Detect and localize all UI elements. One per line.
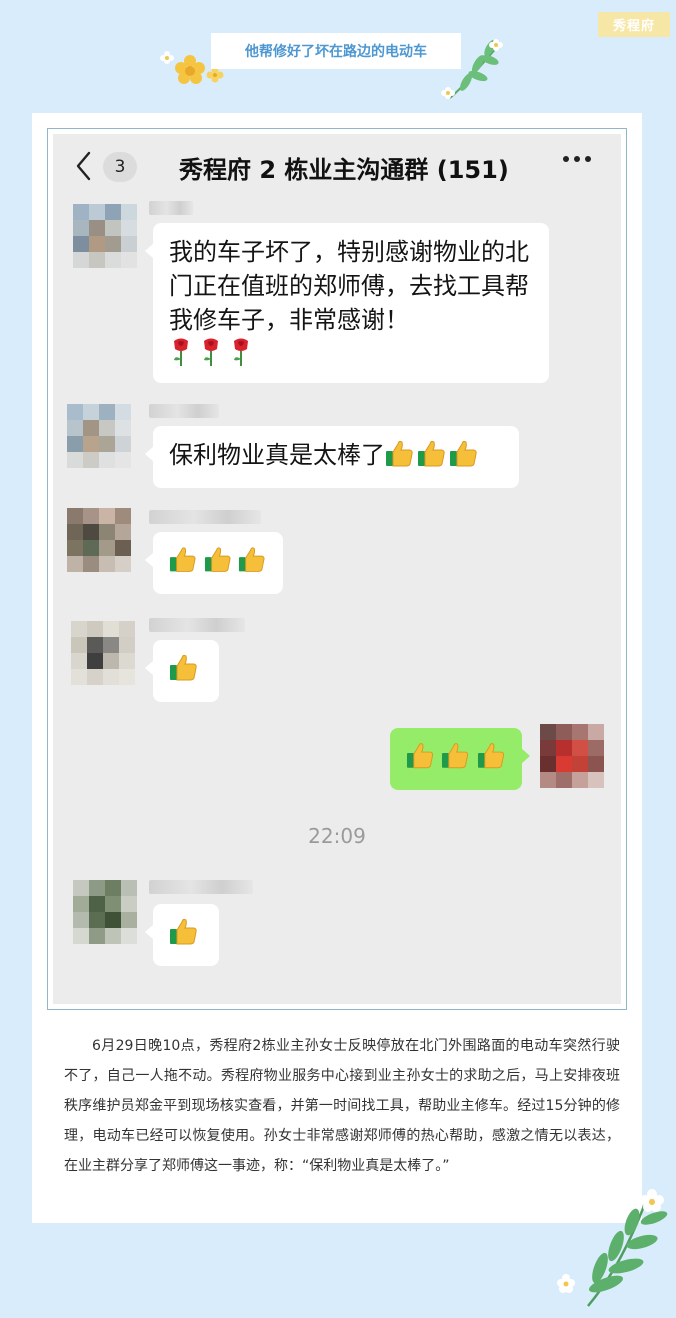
emoji-row — [385, 438, 479, 468]
rose-icon — [174, 338, 188, 366]
leaf-branch-icon — [557, 1189, 668, 1307]
emoji-row — [169, 916, 203, 946]
thumbs-up-icon — [450, 440, 477, 467]
article-body: 6月29日晚10点，秀程府2栋业主孙女士反映停放在北门外围路面的电动车突然行驶不… — [64, 1038, 620, 1174]
chat-timestamp: 22:09 — [308, 824, 366, 848]
sender-name-blurred — [149, 404, 219, 418]
avatar[interactable] — [67, 404, 131, 468]
leaf-branch-icon — [441, 39, 503, 99]
emoji-row — [169, 337, 533, 367]
more-options-icon[interactable] — [563, 156, 591, 162]
emoji-row — [169, 544, 267, 574]
emoji-row — [169, 652, 203, 682]
thumbs-up-icon — [386, 440, 413, 467]
back-chevron-icon[interactable] — [75, 151, 91, 181]
thumbs-up-icon — [170, 654, 197, 681]
thumbs-up-icon — [442, 743, 469, 769]
sender-name-blurred — [149, 201, 193, 215]
my-avatar[interactable] — [540, 724, 604, 788]
rose-icon — [204, 338, 218, 366]
thumbs-up-icon — [418, 440, 445, 467]
chat-header: 3 秀程府 2 栋业主沟通群 (151) — [53, 134, 621, 198]
unread-count-badge[interactable]: 3 — [103, 152, 137, 182]
avatar[interactable] — [71, 621, 135, 685]
content-card: 3 秀程府 2 栋业主沟通群 (151) 我的车子坏了，特别感谢物业的北门正在值… — [32, 113, 642, 1223]
thumbs-up-icon — [169, 547, 196, 572]
my-message-bubble[interactable] — [390, 728, 530, 790]
thumbs-up-icon — [477, 743, 504, 769]
avatar[interactable] — [73, 204, 137, 268]
sender-name-blurred — [149, 880, 253, 894]
message-bubble[interactable] — [145, 532, 283, 594]
message-text: 我的车子坏了，特别感谢物业的北门正在值班的郑师傅，去找工具帮我修车子，非常感谢！ — [169, 238, 529, 334]
thumbs-up-icon — [204, 547, 231, 572]
avatar[interactable] — [67, 508, 131, 572]
brand-tag: 秀程府 — [598, 12, 670, 37]
article-headline: 他帮修好了坏在路边的电动车 — [211, 33, 461, 69]
rose-icon — [234, 338, 248, 366]
message-bubble[interactable] — [145, 640, 219, 702]
emoji-row — [406, 740, 506, 770]
message-bubble[interactable]: 保利物业真是太棒了 — [145, 426, 519, 488]
sender-name-blurred — [149, 618, 245, 632]
thumbs-up-icon — [239, 547, 265, 572]
chat-title: 秀程府 2 栋业主沟通群 (151) — [179, 156, 509, 184]
thumbs-up-icon — [170, 918, 197, 945]
chat-screenshot-frame: 3 秀程府 2 栋业主沟通群 (151) 我的车子坏了，特别感谢物业的北门正在值… — [47, 128, 627, 1010]
sender-name-blurred — [149, 510, 261, 524]
message-text: 保利物业真是太棒了 — [169, 441, 385, 469]
thumbs-up-icon — [406, 743, 434, 769]
chat-screenshot: 3 秀程府 2 栋业主沟通群 (151) 我的车子坏了，特别感谢物业的北门正在值… — [53, 134, 621, 1004]
message-bubble[interactable] — [145, 904, 219, 966]
avatar[interactable] — [73, 880, 137, 944]
message-bubble[interactable]: 我的车子坏了，特别感谢物业的北门正在值班的郑师傅，去找工具帮我修车子，非常感谢！ — [145, 223, 549, 383]
